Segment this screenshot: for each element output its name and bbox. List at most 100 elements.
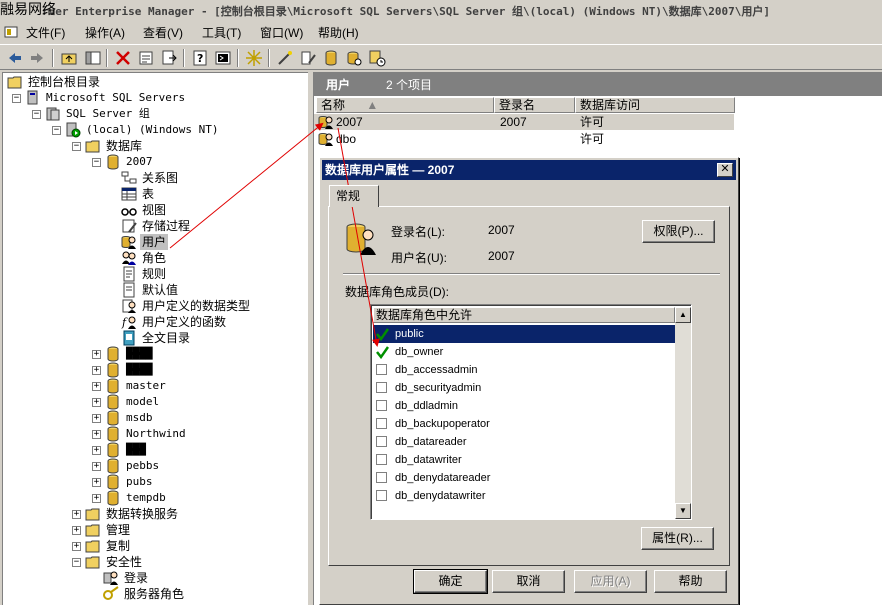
column-header-access[interactable]: 数据库访问	[575, 97, 735, 113]
collapse-toggle[interactable]: −	[72, 142, 81, 151]
roles-column-header[interactable]: 数据库角色中允许	[373, 307, 675, 323]
role-row-db-ddladmin[interactable]: db_ddladmin	[373, 397, 675, 415]
delete-icon[interactable]	[114, 49, 132, 67]
collapse-toggle[interactable]: −	[92, 158, 101, 167]
column-header-login[interactable]: 登录名	[494, 97, 575, 113]
show-tree-icon[interactable]	[84, 49, 102, 67]
tree-item-db-model[interactable]: model	[105, 394, 161, 410]
role-properties-button[interactable]: 属性(R)...	[641, 527, 714, 550]
menu-action[interactable]: 操作(A)	[85, 24, 125, 41]
expand-toggle[interactable]: +	[92, 366, 101, 375]
console-icon[interactable]	[214, 49, 232, 67]
roles-scrollbar[interactable]: ▲ ▼	[675, 307, 691, 519]
expand-toggle[interactable]: +	[92, 414, 101, 423]
checkbox[interactable]	[376, 400, 387, 411]
tree-item-db-tempdb[interactable]: tempdb	[105, 490, 168, 506]
menu-view[interactable]: 查看(V)	[143, 24, 183, 41]
collapse-toggle[interactable]: −	[32, 110, 41, 119]
checkbox[interactable]	[376, 490, 387, 501]
role-row-db-securityadmin[interactable]: db_securityadmin	[373, 379, 675, 397]
tree-item-databases[interactable]: 数据库	[85, 138, 144, 154]
role-row-db-accessadmin[interactable]: db_accessadmin	[373, 361, 675, 379]
list-row-2007[interactable]: 2007 2007 许可	[314, 114, 734, 130]
tree-item-defaults[interactable]: 默认值	[121, 282, 180, 298]
checkbox-checked[interactable]	[376, 328, 390, 342]
role-row-db-denydatawriter[interactable]: db_denydatawriter	[373, 487, 675, 505]
expand-toggle[interactable]: +	[92, 462, 101, 471]
tree-item-dts[interactable]: 数据转换服务	[85, 506, 180, 522]
tree-item-security[interactable]: 安全性	[85, 554, 144, 570]
collapse-toggle[interactable]: −	[72, 558, 81, 567]
close-icon[interactable]: ✕	[717, 163, 733, 177]
properties-icon[interactable]	[137, 49, 155, 67]
role-row-public[interactable]: public	[373, 325, 675, 343]
expand-toggle[interactable]: +	[72, 542, 81, 551]
checkbox[interactable]	[376, 418, 387, 429]
checkbox[interactable]	[376, 364, 387, 375]
app-menu-icon[interactable]	[4, 25, 18, 39]
permissions-button[interactable]: 权限(P)...	[642, 220, 715, 243]
up-folder-icon[interactable]	[60, 49, 78, 67]
tree-item-db-pubs[interactable]: pubs	[105, 474, 155, 490]
role-row-db-datawriter[interactable]: db_datawriter	[373, 451, 675, 469]
menu-help[interactable]: 帮助(H)	[318, 24, 359, 41]
list-row-dbo[interactable]: dbo 许可	[314, 131, 734, 147]
tree-item-db-master[interactable]: master	[105, 378, 168, 394]
apply-button[interactable]: 应用(A)	[574, 570, 647, 593]
role-membership-list[interactable]: 数据库角色中允许 public db_owner db_accessadmin db_…	[370, 304, 692, 520]
help-button[interactable]: 帮助	[654, 570, 727, 593]
scroll-up-button[interactable]: ▲	[675, 307, 691, 323]
scroll-down-button[interactable]: ▼	[675, 503, 691, 519]
tree-item-db-northwind[interactable]: Northwind	[105, 426, 188, 442]
back-icon[interactable]	[6, 49, 24, 67]
expand-toggle[interactable]: +	[92, 398, 101, 407]
tree-item-db-pebbs[interactable]: pebbs	[105, 458, 161, 474]
new-login-icon[interactable]	[299, 49, 317, 67]
tree-item-users[interactable]: 用户	[121, 234, 169, 250]
tree-item-diagrams[interactable]: 关系图	[121, 170, 180, 186]
new-icon[interactable]	[245, 49, 263, 67]
new-job-icon[interactable]	[345, 49, 363, 67]
expand-toggle[interactable]: +	[92, 430, 101, 439]
tree-item-db-redacted-1[interactable]: ████	[105, 346, 155, 362]
expand-toggle[interactable]: +	[92, 494, 101, 503]
role-row-db-datareader[interactable]: db_datareader	[373, 433, 675, 451]
expand-toggle[interactable]: +	[92, 382, 101, 391]
tree-item-server-roles[interactable]: 服务器角色	[103, 586, 186, 602]
tree-item-db-redacted-2[interactable]: ████	[105, 362, 155, 378]
role-row-db-owner[interactable]: db_owner	[373, 343, 675, 361]
forward-icon[interactable]	[28, 49, 46, 67]
menu-window[interactable]: 窗口(W)	[260, 24, 303, 41]
console-tree[interactable]: 控制台根目录 − Microsoft SQL Servers − SQL Ser…	[2, 72, 308, 605]
column-header-name[interactable]: 名称 ▲	[316, 97, 494, 113]
tree-item-db-msdb[interactable]: msdb	[105, 410, 155, 426]
expand-toggle[interactable]: +	[72, 510, 81, 519]
tree-item-root[interactable]: 控制台根目录	[7, 74, 102, 90]
server-config-icon[interactable]	[368, 49, 386, 67]
menu-tools[interactable]: 工具(T)	[202, 24, 241, 41]
role-row-db-backupoperator[interactable]: db_backupoperator	[373, 415, 675, 433]
tree-item-replication[interactable]: 复制	[85, 538, 132, 554]
tree-item-stored-procedures[interactable]: 存储过程	[121, 218, 192, 234]
menu-file[interactable]: 文件(F)	[26, 24, 65, 41]
dialog-title-bar[interactable]: 数据库用户属性 — 2007 ✕	[322, 160, 736, 180]
cancel-button[interactable]: 取消	[492, 570, 565, 593]
tree-item-db-redacted-3[interactable]: ███	[105, 442, 148, 458]
expand-toggle[interactable]: +	[92, 478, 101, 487]
export-icon[interactable]	[160, 49, 178, 67]
expand-toggle[interactable]: +	[92, 350, 101, 359]
checkbox[interactable]	[376, 454, 387, 465]
expand-toggle[interactable]: +	[72, 526, 81, 535]
tree-item-user-defined-types[interactable]: 用户定义的数据类型	[121, 298, 252, 314]
tree-item-rules[interactable]: 规则	[121, 266, 168, 282]
wizard-icon[interactable]	[276, 49, 294, 67]
tab-general[interactable]: 常规	[329, 185, 379, 207]
tree-item-db-2007[interactable]: 2007	[105, 154, 155, 170]
tree-item-tables[interactable]: 表	[121, 186, 156, 202]
tree-item-roles[interactable]: 角色	[121, 250, 168, 266]
tree-item-local-server[interactable]: (local) (Windows NT)	[65, 122, 220, 138]
tree-item-user-defined-functions[interactable]: f 用户定义的函数	[121, 314, 228, 330]
tree-item-fulltext-catalogs[interactable]: 全文目录	[121, 330, 192, 346]
database-icon[interactable]	[322, 49, 340, 67]
checkbox[interactable]	[376, 436, 387, 447]
